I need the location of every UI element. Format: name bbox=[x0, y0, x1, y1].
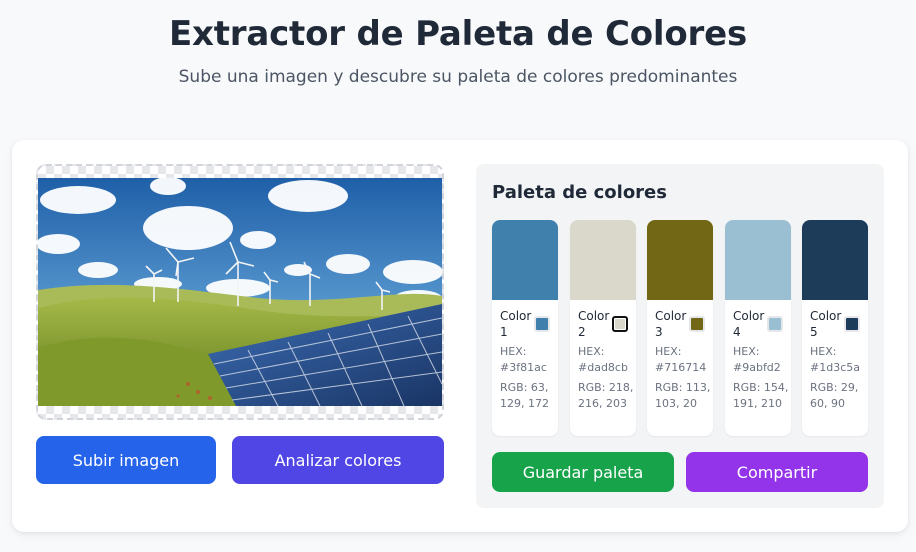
swatch-name: Color 1 bbox=[500, 309, 532, 339]
swatch-name: Color 2 bbox=[578, 309, 610, 339]
color-swatch-card[interactable]: Color 5 HEX: #1d3c5a RGB: 29, 60, 90 bbox=[802, 220, 868, 436]
save-palette-button[interactable]: Guardar paleta bbox=[492, 452, 674, 492]
swatch-chip[interactable] bbox=[767, 316, 783, 332]
color-swatch-card[interactable]: Color 3 HEX: #716714 RGB: 113, 103, 20 bbox=[647, 220, 713, 436]
swatch-name: Color 5 bbox=[810, 309, 842, 339]
swatch-chip[interactable] bbox=[689, 316, 705, 332]
swatch-color-block bbox=[492, 220, 558, 300]
page-title: Extractor de Paleta de Colores bbox=[168, 14, 748, 54]
swatch-name: Color 4 bbox=[733, 309, 765, 339]
swatch-name: Color 3 bbox=[655, 309, 687, 339]
analyze-colors-button[interactable]: Analizar colores bbox=[232, 436, 444, 484]
swatch-hex: HEX: #3f81ac bbox=[500, 345, 547, 374]
swatch-hex: HEX: #9abfd2 bbox=[733, 345, 781, 374]
swatch-color-block bbox=[570, 220, 636, 300]
image-dropzone[interactable] bbox=[36, 164, 444, 420]
swatch-rgb: RGB: 63, 129, 172 bbox=[500, 381, 549, 410]
swatch-rgb: RGB: 113, 103, 20 bbox=[655, 381, 711, 410]
swatch-color-block bbox=[802, 220, 868, 300]
main-card: Subir imagen Analizar colores Paleta de … bbox=[12, 140, 908, 532]
palette-panel: Paleta de colores Color 1 HEX: #3f81ac R… bbox=[476, 164, 884, 508]
swatch-rgb: RGB: 218, 216, 203 bbox=[578, 381, 634, 410]
swatch-chip[interactable] bbox=[534, 316, 550, 332]
swatch-color-block bbox=[647, 220, 713, 300]
swatch-color-block bbox=[725, 220, 791, 300]
swatch-rgb: RGB: 154, 191, 210 bbox=[733, 381, 789, 410]
color-swatch-card[interactable]: Color 1 HEX: #3f81ac RGB: 63, 129, 172 bbox=[492, 220, 558, 436]
color-swatch-card[interactable]: Color 2 HEX: #dad8cb RGB: 218, 216, 203 bbox=[570, 220, 636, 436]
uploaded-image-preview bbox=[38, 178, 442, 406]
swatch-hex: HEX: #716714 bbox=[655, 345, 707, 374]
upload-image-button[interactable]: Subir imagen bbox=[36, 436, 216, 484]
swatch-chip[interactable] bbox=[844, 316, 860, 332]
swatch-hex: HEX: #1d3c5a bbox=[810, 345, 860, 374]
share-button[interactable]: Compartir bbox=[686, 452, 868, 492]
page-subtitle: Sube una imagen y descubre su paleta de … bbox=[178, 67, 738, 87]
palette-title: Paleta de colores bbox=[492, 182, 667, 203]
swatch-hex: HEX: #dad8cb bbox=[578, 345, 628, 374]
swatch-rgb: RGB: 29, 60, 90 bbox=[810, 381, 859, 410]
color-swatch-card[interactable]: Color 4 HEX: #9abfd2 RGB: 154, 191, 210 bbox=[725, 220, 791, 436]
swatch-chip[interactable] bbox=[612, 316, 628, 332]
